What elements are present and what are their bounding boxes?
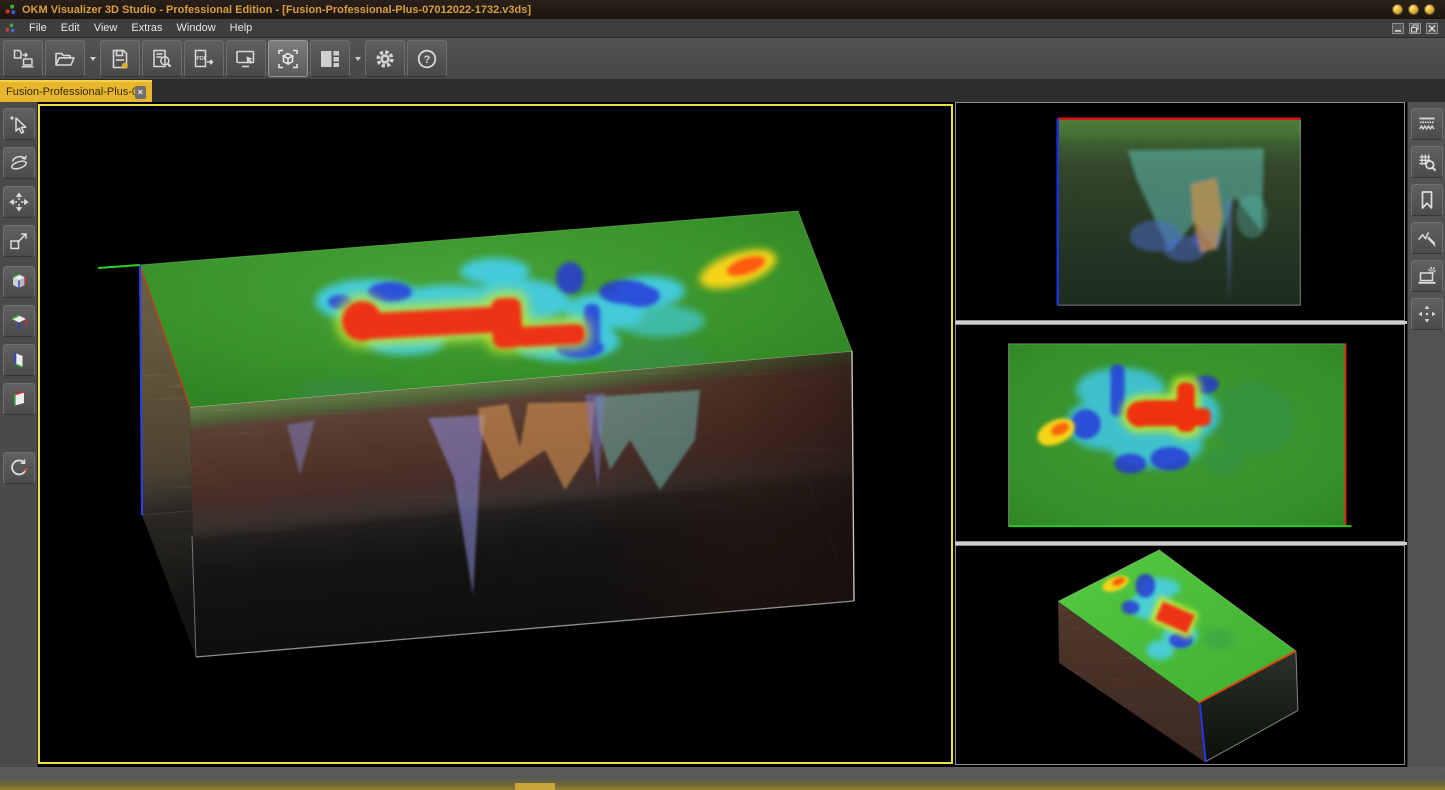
layout-panels-icon: [318, 47, 342, 71]
grid-search-button[interactable]: [1411, 146, 1443, 178]
signal-edit-icon: [1415, 226, 1439, 250]
select-pointer-button[interactable]: [3, 108, 35, 140]
view-top-icon: [7, 309, 31, 333]
main-perspective-viewport[interactable]: [38, 104, 953, 764]
tab-label: Fusion-Professional-Plus-07...: [6, 86, 135, 98]
front-section-scene: [956, 103, 1404, 320]
close-icon: [1427, 24, 1437, 33]
report-preview-icon: [150, 47, 174, 71]
help-button[interactable]: ?: [407, 40, 447, 77]
mdi-close-button[interactable]: [1426, 23, 1438, 34]
view-3d-cube-icon: [7, 270, 31, 294]
tab-bar: Fusion-Professional-Plus-07... ×: [0, 80, 1445, 102]
reset-rotation-icon: [7, 456, 31, 480]
iso-view-viewport[interactable]: [955, 545, 1405, 765]
orbit-rotate-icon: [7, 151, 31, 175]
document-logo-icon: [4, 22, 16, 34]
grid-search-icon: [1415, 150, 1439, 174]
reset-rotation-button[interactable]: [3, 452, 35, 484]
select-pointer-icon: [7, 112, 31, 136]
app-window: OKM Visualizer 3D Studio - Professional …: [0, 0, 1445, 790]
view-side-button[interactable]: [3, 344, 35, 376]
export-pdf-button[interactable]: PDF: [184, 40, 224, 77]
settings-button[interactable]: [365, 40, 405, 77]
move-objects-icon: [1415, 302, 1439, 326]
top-view-viewport[interactable]: [955, 324, 1405, 542]
restore-icon: [1410, 24, 1420, 33]
report-preview-button[interactable]: [142, 40, 182, 77]
view-front-icon: [7, 387, 31, 411]
top-plan-scene: [956, 325, 1404, 541]
menu-edit[interactable]: Edit: [54, 20, 87, 36]
bookmark-icon: [1415, 188, 1439, 212]
layout-panels-button[interactable]: [310, 40, 350, 77]
mdi-window-controls: [1392, 23, 1441, 34]
save-button[interactable]: [100, 40, 140, 77]
scan-lines-icon: [1415, 112, 1439, 136]
settings-gear-icon: [373, 47, 397, 71]
status-accent-chip: [515, 783, 555, 790]
layout-panels-dropdown[interactable]: [351, 40, 364, 77]
export-pdf-icon: PDF: [192, 47, 216, 71]
right-tool-sidebar: [1407, 102, 1445, 767]
menu-view[interactable]: View: [87, 20, 125, 36]
pan-move-icon: [7, 190, 31, 214]
window-title: OKM Visualizer 3D Studio - Professional …: [22, 4, 531, 16]
menu-bar: File Edit View Extras Window Help: [0, 19, 1445, 38]
main-toolbar: PDF: [0, 38, 1445, 80]
view-side-icon: [7, 348, 31, 372]
iso-preview-scene: [956, 546, 1404, 764]
menu-help[interactable]: Help: [223, 20, 260, 36]
bookmark-button[interactable]: [1411, 184, 1443, 216]
import-data-icon: [11, 47, 35, 71]
pan-move-button[interactable]: [3, 186, 35, 218]
open-file-dropdown[interactable]: [86, 40, 99, 77]
view-top-button[interactable]: [3, 305, 35, 337]
orbit-rotate-button[interactable]: [3, 147, 35, 179]
open-file-icon: [53, 47, 77, 71]
import-data-button[interactable]: [3, 40, 43, 77]
title-controls: [1392, 4, 1441, 15]
minimize-button[interactable]: [1392, 4, 1403, 15]
menu-file[interactable]: File: [22, 20, 54, 36]
close-button[interactable]: [1424, 4, 1435, 15]
menu-extras[interactable]: Extras: [124, 20, 169, 36]
screen-capture-icon: [234, 47, 258, 71]
scan-lines-button[interactable]: [1411, 108, 1443, 140]
help-glyph: ?: [424, 54, 431, 66]
view-3d-cube-button[interactable]: [3, 266, 35, 298]
tab-close-button[interactable]: ×: [135, 86, 146, 99]
okm-logo-icon: [4, 3, 17, 16]
signal-edit-button[interactable]: [1411, 222, 1443, 254]
scan-3d-scene: [40, 106, 951, 762]
mdi-minimize-button[interactable]: [1392, 23, 1404, 34]
pdf-label: PDF: [196, 56, 206, 62]
minimize-icon: [1393, 24, 1403, 33]
open-file-button[interactable]: [45, 40, 85, 77]
move-objects-button[interactable]: [1411, 298, 1443, 330]
view-front-button[interactable]: [3, 383, 35, 415]
zoom-extents-button[interactable]: [3, 225, 35, 257]
title-bar: OKM Visualizer 3D Studio - Professional …: [0, 0, 1445, 19]
menu-window[interactable]: Window: [170, 20, 223, 36]
save-icon: [108, 47, 132, 71]
device-settings-button[interactable]: [1411, 260, 1443, 292]
status-bar: [0, 767, 1445, 790]
help-icon: ?: [415, 47, 439, 71]
tab-fusion-professional[interactable]: Fusion-Professional-Plus-07... ×: [0, 80, 152, 102]
view-3d-button[interactable]: [268, 40, 308, 77]
front-view-viewport[interactable]: [955, 102, 1405, 321]
mdi-restore-button[interactable]: [1409, 23, 1421, 34]
view-3d-icon: [276, 47, 300, 71]
screen-capture-button[interactable]: [226, 40, 266, 77]
device-settings-icon: [1415, 264, 1439, 288]
left-tool-sidebar: [0, 102, 38, 767]
maximize-button[interactable]: [1408, 4, 1419, 15]
zoom-extents-icon: [7, 229, 31, 253]
